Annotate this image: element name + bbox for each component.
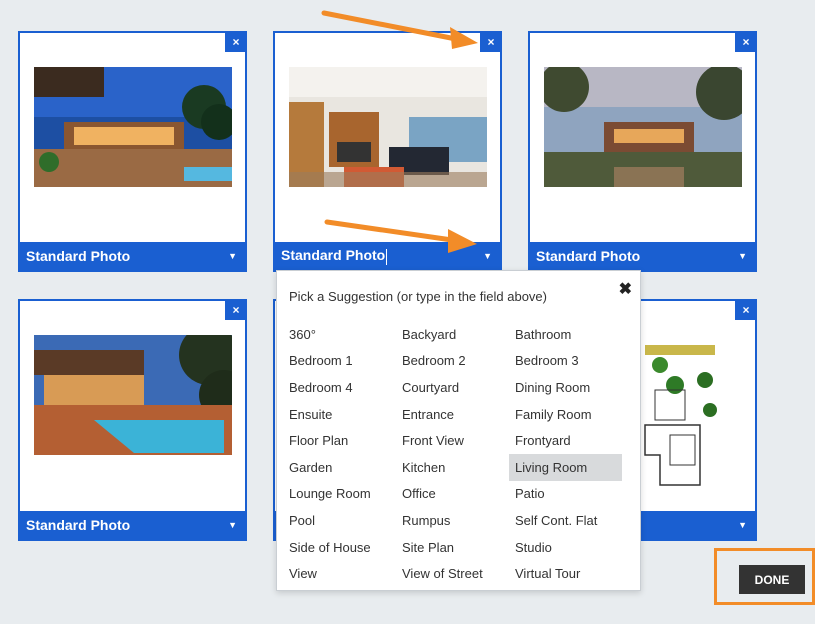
done-highlight: DONE — [714, 548, 815, 605]
photo-card: × Standard Photo ▼ — [273, 31, 502, 272]
remove-photo-button[interactable]: × — [225, 31, 247, 52]
photo-type-label: Standard Photo — [26, 517, 131, 533]
close-icon[interactable]: ✖ — [619, 279, 632, 299]
suggestion-item[interactable]: Lounge Room — [283, 481, 396, 508]
chevron-down-icon: ▼ — [228, 251, 237, 261]
dropdown-title: Pick a Suggestion (or type in the field … — [289, 289, 547, 304]
suggestion-item[interactable]: Bedroom 2 — [396, 348, 509, 375]
photo-card: × Standard Photo ▼ — [18, 299, 247, 541]
suggestion-item[interactable]: Self Cont. Flat — [509, 507, 622, 534]
suggestion-dropdown: Pick a Suggestion (or type in the field … — [276, 270, 641, 591]
suggestion-item[interactable]: Garden — [283, 454, 396, 481]
suggestion-item[interactable]: Bedroom 4 — [283, 374, 396, 401]
photo-type-select[interactable]: Standard Photo ▼ — [530, 242, 755, 270]
suggestion-item[interactable]: Patio — [509, 481, 622, 508]
suggestion-item[interactable]: Courtyard — [396, 374, 509, 401]
suggestion-item[interactable]: Virtual Tour — [509, 560, 622, 587]
suggestion-item[interactable]: Kitchen — [396, 454, 509, 481]
remove-photo-button[interactable]: × — [225, 299, 247, 320]
photo-card: × Standard Photo ▼ — [18, 31, 247, 272]
photo-type-select[interactable]: Standard Photo ▼ — [20, 511, 245, 539]
photo-type-input[interactable]: Standard Photo ▼ — [275, 242, 500, 270]
suggestion-item[interactable]: Bedroom 1 — [283, 348, 396, 375]
photo-type-select[interactable]: Standard Photo ▼ — [20, 242, 245, 270]
photo-thumbnail — [34, 67, 232, 187]
suggestion-item[interactable]: Front View — [396, 427, 509, 454]
suggestion-item[interactable]: Family Room — [509, 401, 622, 428]
suggestion-item[interactable]: Floor Plan — [283, 427, 396, 454]
photo-type-label: Standard Photo — [536, 248, 641, 264]
suggestion-item[interactable]: Bathroom — [509, 321, 622, 348]
chevron-down-icon: ▼ — [738, 520, 747, 530]
suggestion-item[interactable]: Site Plan — [396, 534, 509, 561]
suggestion-item[interactable]: Ensuite — [283, 401, 396, 428]
done-button[interactable]: DONE — [739, 565, 805, 594]
remove-photo-button[interactable]: × — [480, 31, 502, 52]
suggestion-item[interactable]: Side of House — [283, 534, 396, 561]
suggestion-item[interactable]: View — [283, 560, 396, 587]
suggestion-item[interactable]: Living Room — [509, 453, 622, 481]
suggestion-item[interactable]: Backyard — [396, 321, 509, 348]
photo-type-label: Standard Photo — [26, 248, 131, 264]
suggestion-item[interactable]: Frontyard — [509, 427, 622, 454]
chevron-down-icon: ▼ — [738, 251, 747, 261]
suggestion-item[interactable]: Rumpus — [396, 507, 509, 534]
suggestion-item[interactable]: Office — [396, 481, 509, 508]
suggestion-item[interactable]: Dining Room — [509, 374, 622, 401]
suggestion-item[interactable]: Studio — [509, 534, 622, 561]
text-cursor — [386, 248, 388, 265]
remove-photo-button[interactable]: × — [735, 31, 757, 52]
remove-photo-button[interactable]: × — [735, 299, 757, 320]
photo-type-field: Standard Photo — [281, 247, 388, 265]
photo-thumbnail — [544, 67, 742, 187]
suggestion-item[interactable]: Pool — [283, 507, 396, 534]
suggestion-list: 360° Backyard Bathroom Bedroom 1 Bedroom 2 Be… — [283, 321, 629, 587]
suggestion-item[interactable]: Bedroom 3 — [509, 348, 622, 375]
photo-thumbnail — [289, 67, 487, 187]
suggestion-item[interactable]: Entrance — [396, 401, 509, 428]
suggestion-item[interactable]: 360° — [283, 321, 396, 348]
photo-card: × Standard Photo ▼ — [528, 31, 757, 272]
photo-type-label: Standard Photo — [281, 247, 386, 264]
chevron-down-icon: ▼ — [483, 251, 492, 261]
photo-thumbnail — [34, 335, 232, 455]
chevron-down-icon: ▼ — [228, 520, 237, 530]
suggestion-item[interactable]: View of Street — [396, 560, 509, 587]
photo-thumbnail — [640, 335, 750, 495]
